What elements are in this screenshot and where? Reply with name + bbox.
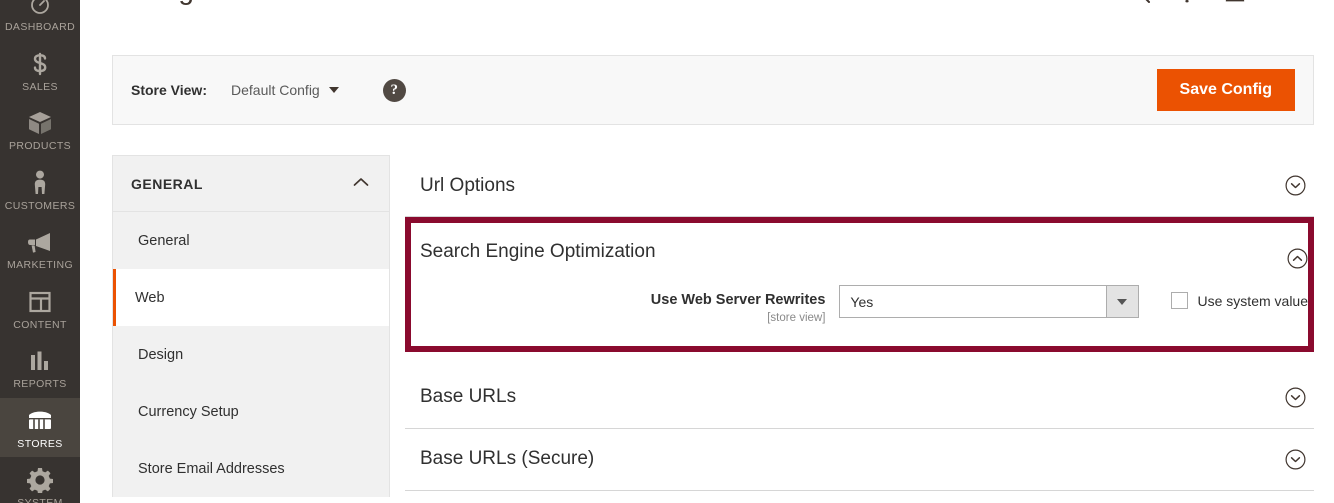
sidebar-item-content[interactable]: CONTENT	[0, 279, 80, 339]
config-nav-section-general[interactable]: GENERAL	[113, 156, 389, 212]
admin-account-menu[interactable]: admin	[1223, 0, 1304, 4]
section-title: Base URLs	[420, 386, 516, 408]
search-icon[interactable]	[1129, 0, 1151, 4]
config-nav-item-label: Currency Setup	[138, 404, 239, 420]
use-system-value-label: Use system value	[1198, 293, 1308, 309]
config-nav-item-label: Web	[135, 290, 165, 306]
section-spacer	[405, 352, 1314, 367]
chevron-down-circle-icon[interactable]	[1284, 448, 1306, 470]
use-system-value-checkbox[interactable]	[1171, 292, 1188, 309]
section-title: Base URLs (Secure)	[420, 448, 594, 470]
section-body-search-engine-optimization: Use Web Server Rewrites [store view] Yes…	[411, 281, 1308, 346]
chevron-down-icon[interactable]	[1106, 286, 1138, 317]
save-config-button[interactable]: Save Config	[1157, 69, 1295, 111]
sidebar-item-customers[interactable]: CUSTOMERS	[0, 160, 80, 220]
sidebar-item-stores[interactable]: STORES	[0, 398, 80, 458]
chevron-up-icon	[353, 175, 369, 193]
config-sections: Url Options Search Engine Optimization	[405, 155, 1314, 491]
config-nav-item-currency-setup[interactable]: Currency Setup	[113, 383, 389, 440]
sidebar-item-label: SYSTEM	[17, 498, 63, 503]
sidebar-item-label: CONTENT	[13, 320, 67, 332]
field-label-wrap: Use Web Server Rewrites [store view]	[411, 285, 839, 324]
storefront-icon	[23, 406, 57, 436]
config-nav-panel: GENERAL General Web Design Currency Setu…	[112, 155, 390, 497]
chevron-down-icon	[329, 87, 339, 93]
sidebar-item-label: SALES	[22, 82, 58, 94]
page-title: Configuration	[112, 0, 281, 6]
section-url-options[interactable]: Url Options	[405, 155, 1314, 217]
dollar-icon	[23, 49, 57, 79]
select-value: Yes	[840, 286, 1105, 317]
section-base-urls[interactable]: Base URLs	[405, 367, 1314, 429]
sidebar-item-label: CUSTOMERS	[5, 201, 76, 213]
field-scope-label: [store view]	[411, 312, 825, 324]
person-icon	[23, 168, 57, 198]
sidebar-item-label: DASHBOARD	[5, 22, 75, 34]
admin-username: admin	[1254, 0, 1289, 1]
admin-sidebar: DASHBOARD SALES PRODUCTS	[0, 0, 80, 503]
chevron-down-circle-icon[interactable]	[1284, 386, 1306, 408]
config-nav-item-design[interactable]: Design	[113, 326, 389, 383]
main-content-area: Configuration	[80, 0, 1334, 503]
store-view-bar: Store View: Default Config ? Save Config	[112, 55, 1314, 125]
sidebar-item-products[interactable]: PRODUCTS	[0, 100, 80, 160]
user-avatar-icon	[1223, 0, 1247, 4]
dashboard-icon	[23, 0, 57, 19]
field-use-web-server-rewrites: Use Web Server Rewrites [store view] Yes…	[411, 281, 1308, 324]
use-system-value-checkbox-row[interactable]: Use system value	[1171, 285, 1308, 309]
section-title: Search Engine Optimization	[420, 241, 656, 263]
sidebar-item-label: REPORTS	[13, 379, 66, 391]
header-toolbar: admin	[1129, 0, 1304, 4]
sidebar-item-label: MARKETING	[7, 260, 73, 272]
field-label: Use Web Server Rewrites	[411, 292, 825, 309]
config-nav-item-general[interactable]: General	[113, 212, 389, 269]
config-nav-item-label: Design	[138, 347, 183, 363]
gear-icon	[23, 465, 57, 495]
megaphone-icon	[23, 227, 57, 257]
section-base-urls-secure[interactable]: Base URLs (Secure)	[405, 429, 1314, 491]
use-web-server-rewrites-select[interactable]: Yes	[839, 285, 1138, 318]
section-search-engine-optimization[interactable]: Search Engine Optimization	[411, 223, 1308, 281]
config-nav-item-label: General	[138, 233, 190, 249]
bell-icon[interactable]	[1177, 0, 1197, 4]
config-nav-item-label: Store Email Addresses	[138, 461, 285, 477]
section-title: Url Options	[420, 175, 515, 197]
sidebar-item-reports[interactable]: REPORTS	[0, 338, 80, 398]
magento-admin-configuration-page: DASHBOARD SALES PRODUCTS	[0, 0, 1334, 503]
question-mark-icon[interactable]: ?	[383, 79, 406, 102]
sidebar-item-label: STORES	[17, 439, 62, 451]
sidebar-item-label: PRODUCTS	[9, 141, 71, 153]
layout-icon	[23, 287, 57, 317]
sidebar-item-marketing[interactable]: MARKETING	[0, 219, 80, 279]
sidebar-item-dashboard[interactable]: DASHBOARD	[0, 0, 80, 41]
chevron-down-circle-icon[interactable]	[1284, 175, 1306, 197]
config-nav-item-web[interactable]: Web	[113, 269, 389, 326]
chevron-up-circle-icon[interactable]	[1286, 247, 1308, 269]
store-view-switcher[interactable]: Default Config	[231, 82, 339, 98]
config-nav-item-store-email-addresses[interactable]: Store Email Addresses	[113, 440, 389, 497]
sidebar-item-system[interactable]: SYSTEM	[0, 457, 80, 503]
sidebar-item-sales[interactable]: SALES	[0, 41, 80, 101]
store-view-label: Store View:	[131, 82, 207, 98]
box-icon	[23, 108, 57, 138]
store-view-value: Default Config	[231, 82, 320, 98]
highlight-outline-search-engine-optimization: Search Engine Optimization Use Web Serve…	[405, 217, 1314, 352]
bar-chart-icon	[23, 346, 57, 376]
config-nav-section-label: GENERAL	[131, 176, 203, 192]
